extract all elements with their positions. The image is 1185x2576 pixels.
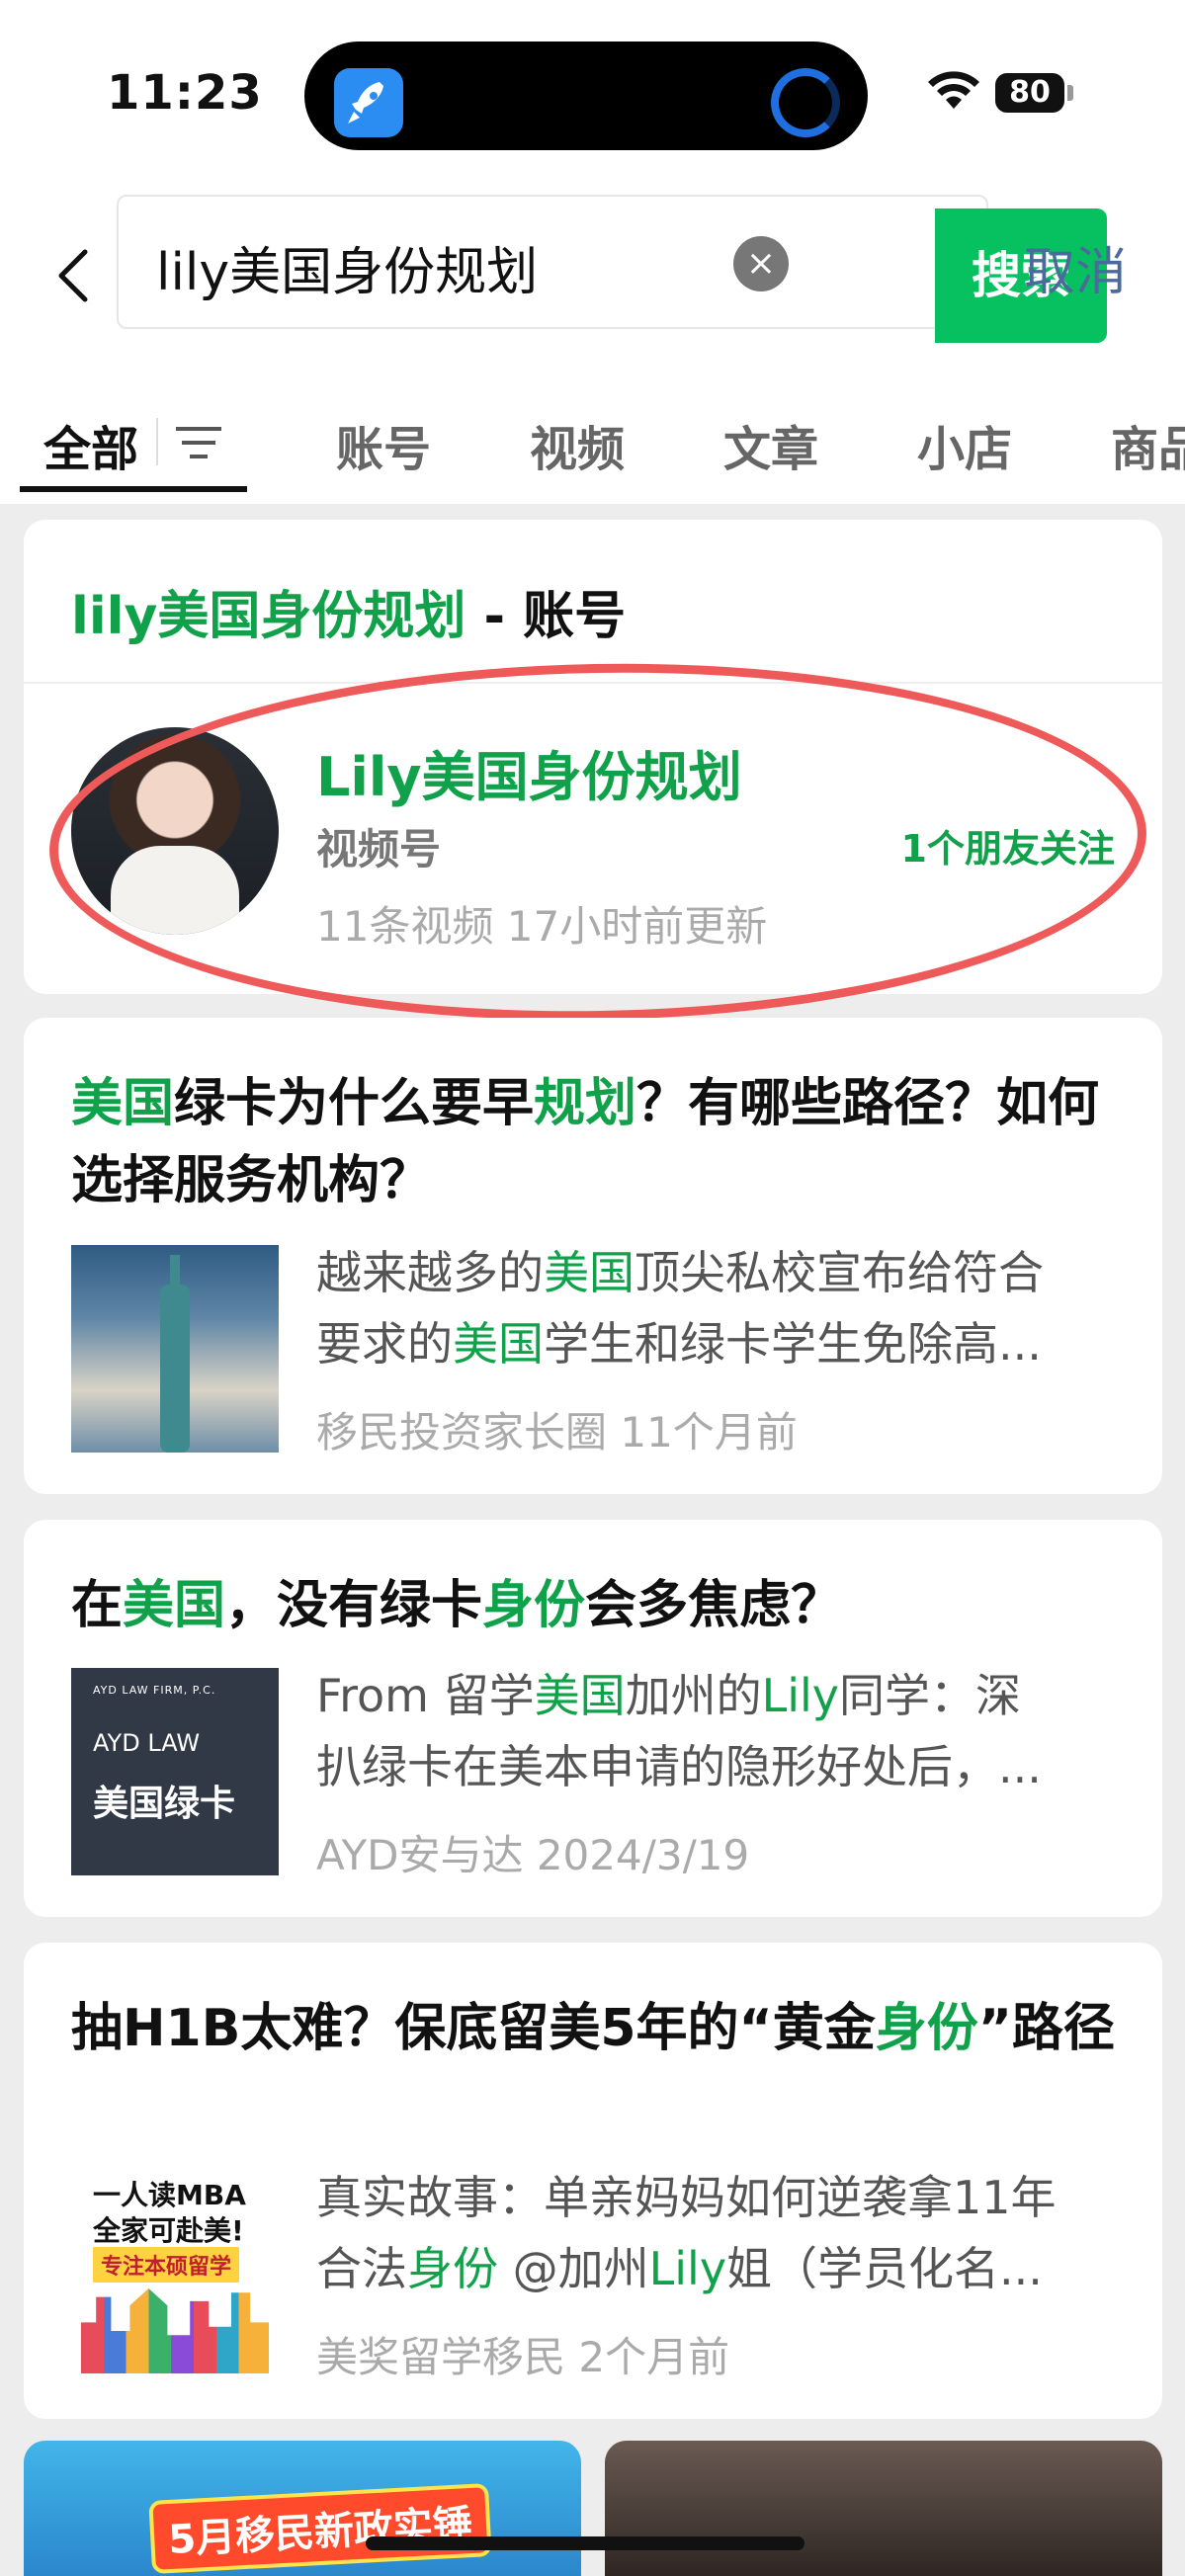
tab-videos[interactable]: 视频 [530,410,625,479]
text-segment: 要求的 [316,1317,453,1371]
highlighted-keyword: Lily [648,2242,727,2295]
highlighted-keyword: 美国 [534,1669,626,1722]
tab-articles[interactable]: 文章 [723,410,818,479]
search-input[interactable]: lily美国身份规划 × 搜索 [117,195,1107,343]
text-segment: ，没有绿卡 [225,1576,483,1635]
highlighted-keyword: 美国 [123,1576,226,1635]
highlighted-keyword: 身份 [407,2242,498,2295]
text-segment: 绿卡为什么要早 [174,1074,535,1133]
section-divider [24,682,1162,684]
tab-separator [156,418,158,465]
video-card[interactable]: 5月移民新政实锤 [24,2441,581,2576]
video-card[interactable] [605,2441,1162,2576]
status-time: 11:23 [107,65,263,121]
city-illustration [81,2288,269,2373]
text-segment: 顶尖私校宣布给符合 [635,1246,1044,1299]
home-indicator [366,2536,804,2550]
highlighted-keyword: 美国 [544,1246,635,1299]
article-card[interactable]: 在美国，没有绿卡身份会多焦虑？ AYD LAW FIRM, P.C. AYD L… [24,1520,1162,1917]
highlighted-keyword: 规划 [534,1074,637,1133]
video-banner: 5月移民新政实锤 [148,2483,492,2574]
article-title[interactable]: 在美国，没有绿卡身份会多焦虑？ [71,1567,1115,1644]
highlighted-keyword: 美国 [71,1074,175,1133]
text-segment: From 留学 [316,1669,535,1722]
account-section-card: lily美国身份规划 - 账号 Lily美国身份规划 视频号 1个朋友关注 11… [24,520,1162,994]
back-arrow-icon[interactable] [42,232,101,321]
tab-products[interactable]: 商品 [1111,410,1185,479]
status-bar: 11:23 80 [0,0,1185,183]
progress-ring-icon [771,68,840,137]
battery-indicator: 80 [995,73,1064,113]
highlighted-keyword: Lily [761,1669,840,1722]
text-segment: 同学：深 [839,1669,1022,1722]
text-segment: 学生和绿卡学生免除高... [544,1317,1042,1371]
account-name[interactable]: Lily美国身份规划 [316,733,742,811]
highlighted-keyword: 美国 [453,1317,544,1371]
account-section-title: lily美国身份规划 - 账号 [71,587,627,646]
text-segment: 越来越多的 [316,1246,544,1299]
highlighted-keyword: 身份 [875,1999,978,2058]
text-segment: 合法 [316,2242,407,2295]
text-segment: 会多焦虑？ [585,1576,843,1635]
search-query[interactable]: lily美国身份规划 [156,230,538,304]
account-type: 视频号 [316,825,442,873]
article-meta: 移民投资家长圈 11个月前 [316,1408,798,1456]
text-segment: 抽H1B太难？保底留美5年的“黄金 [71,1999,876,2058]
text-segment: ”路径 [977,1999,1115,2058]
article-thumbnail: 一人读MBA 全家可赴美! 专注本硕留学 [71,2170,279,2377]
article-description: 越来越多的美国顶尖私校宣布给符合 要求的美国学生和绿卡学生免除高... [316,1237,1115,1379]
dynamic-island [304,42,868,150]
filter-icon[interactable] [176,424,221,461]
text-segment: 加州的 [625,1669,762,1722]
rocket-app-icon [334,68,403,137]
wifi-icon [928,71,979,109]
article-card[interactable]: 美国绿卡为什么要早规划？有哪些路径？如何选择服务机构？ 越来越多的美国顶尖私校宣… [24,1018,1162,1494]
article-description: 真实故事：单亲妈妈如何逆袭拿11年 合法身份 @加州Lily姐（学员化名... [316,2162,1115,2304]
article-title[interactable]: 美国绿卡为什么要早规划？有哪些路径？如何选择服务机构？ [71,1065,1115,1219]
friends-following: 1个朋友关注 [900,827,1115,871]
avatar [71,727,279,935]
article-title[interactable]: 抽H1B太难？保底留美5年的“黄金身份”路径 [71,1990,1115,2067]
clear-icon[interactable]: × [733,236,789,291]
text-segment: 真实故事：单亲妈妈如何逆袭拿11年 [316,2171,1057,2224]
tab-shops[interactable]: 小店 [917,410,1012,479]
article-thumbnail: AYD LAW FIRM, P.C. AYD LAW 美国绿卡 [71,1668,279,1875]
article-meta: 美奖留学移民 2个月前 [316,2333,730,2381]
tab-accounts[interactable]: 账号 [336,410,431,479]
search-header: lily美国身份规划 × 搜索 取消 全部 账号 视频 文章 小店 商品 [0,183,1185,504]
text-segment: @加州 [498,2242,649,2295]
account-meta: 11条视频 17小时前更新 [316,902,768,951]
article-thumbnail [71,1245,279,1453]
active-tab-underline [20,486,247,492]
tab-all[interactable]: 全部 [43,410,138,479]
article-meta: AYD安与达 2024/3/19 [316,1831,750,1879]
cancel-button[interactable]: 取消 [1024,230,1127,304]
highlighted-keyword: 身份 [482,1576,586,1635]
battery-tip [1067,85,1073,101]
article-card[interactable]: 抽H1B太难？保底留美5年的“黄金身份”路径 一人读MBA 全家可赴美! 专注本… [24,1943,1162,2419]
text-segment: 姐（学员化名... [726,2242,1043,2295]
article-description: From 留学美国加州的Lily同学：深 扒绿卡在美本申请的隐形好处后，... [316,1660,1115,1802]
text-segment: 在 [71,1576,124,1635]
text-segment: 扒绿卡在美本申请的隐形好处后，... [316,1740,1042,1793]
